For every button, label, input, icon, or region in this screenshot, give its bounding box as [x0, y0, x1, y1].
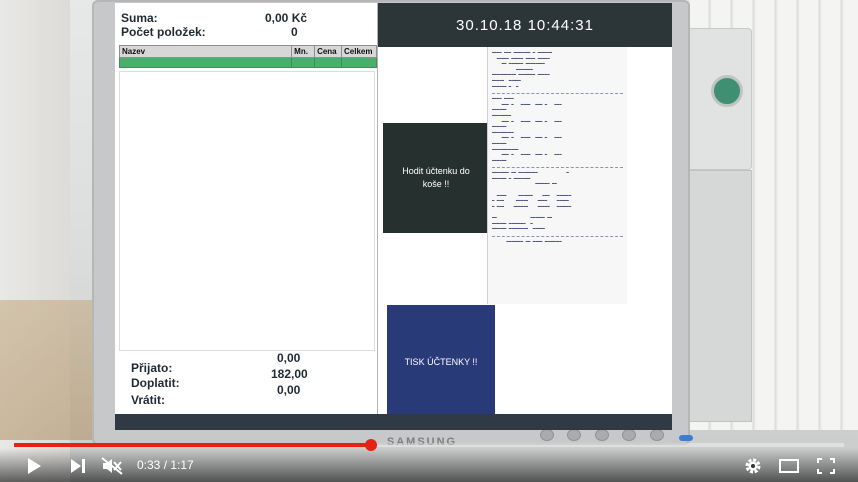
printer-knob: [711, 75, 743, 107]
receipt-line: ▬▬▬▬▬▬ ▬▬▬▬▬▬▬▬ ▬▬▬▬▬: [492, 227, 545, 232]
table-cell[interactable]: [291, 57, 316, 68]
play-icon[interactable]: [24, 457, 44, 475]
received-value: 0,00: [277, 351, 301, 365]
item-count-value: 0: [291, 25, 298, 39]
monitor-button: [594, 429, 609, 441]
taskbar[interactable]: [115, 414, 672, 430]
monitor-button: [540, 429, 554, 441]
table-cell[interactable]: [341, 57, 377, 68]
progress-bar[interactable]: [14, 439, 844, 451]
column-header-name[interactable]: Nazev: [118, 45, 293, 58]
items-table: Nazev Mn. Cena Celkem: [118, 45, 377, 68]
table-cell[interactable]: [118, 57, 293, 68]
gear-icon[interactable]: [744, 457, 762, 475]
muted-speaker-icon[interactable]: [101, 457, 123, 475]
discard-receipt-button[interactable]: Hodit účtenku do koše !!: [383, 123, 489, 233]
to-pay-label: Doplatit:: [131, 376, 180, 390]
cables: [0, 300, 100, 440]
change-label: Vrátit:: [131, 393, 166, 407]
theater-mode-icon[interactable]: [778, 457, 800, 475]
progress-scrubber[interactable]: [364, 439, 377, 451]
receipt-line: ▬▬▬▬▬▬ ▬ ▬: [492, 84, 519, 89]
receipt-separator: [492, 235, 623, 237]
progress-fill: [14, 443, 371, 447]
time-display: 0:33 / 1:17: [137, 458, 194, 472]
monitor-screen: Suma: 0,00 Kč Počet položek: 0 Nazev Mn.…: [115, 3, 672, 420]
datetime-text: 30.10.18 10:44:31: [456, 16, 594, 34]
table-header-row: Nazev Mn. Cena Celkem: [118, 45, 377, 58]
receipt-separator: [492, 167, 623, 169]
change-value: 0,00: [277, 383, 301, 397]
monitor-button: [622, 429, 637, 441]
receipt-line: ▬▬▬▬▬▬: [492, 158, 507, 163]
next-icon[interactable]: [68, 457, 88, 475]
column-header-price[interactable]: Cena: [314, 45, 342, 58]
item-count-label: Počet položek:: [121, 25, 206, 39]
power-led: [679, 435, 694, 441]
sum-value: 0,00 Kč: [265, 11, 308, 25]
receipt-line: ▬▬▬▬▬▬▬ ▬▬ ▬▬▬▬ ▬▬▬▬▬▬▬: [492, 239, 562, 244]
printer: [680, 28, 752, 170]
column-header-quantity[interactable]: Mn.: [291, 45, 316, 58]
datetime-display: 30.10.18 10:44:31: [378, 3, 672, 47]
receipt-separator: [492, 93, 623, 95]
print-receipt-button[interactable]: TISK ÚČTENKY !!: [387, 305, 495, 418]
table-cell[interactable]: [314, 57, 342, 68]
fullscreen-icon[interactable]: [816, 457, 836, 475]
receipt-preview: ▬▬▬▬ ▬▬▬ ▬▬▬▬▬▬▬ ▬ ▬▬▬▬▬▬ ▬▬▬▬▬ ▬▬▬▬▬ ▬▬…: [487, 47, 627, 304]
monitor-button: [649, 429, 664, 441]
received-label: Přijato:: [131, 361, 173, 375]
to-pay-value: 182,00: [271, 367, 308, 381]
cart-panel: Suma: 0,00 Kč Počet položek: 0 Nazev Mn.…: [115, 3, 378, 420]
items-list-area[interactable]: [119, 71, 375, 351]
monitor-button: [567, 429, 582, 441]
table-row[interactable]: [118, 57, 377, 68]
player-controls-bar: [0, 448, 858, 482]
column-header-total[interactable]: Celkem: [341, 45, 377, 58]
sum-label: Suma:: [121, 11, 158, 25]
printer-cabinet: [680, 170, 752, 422]
